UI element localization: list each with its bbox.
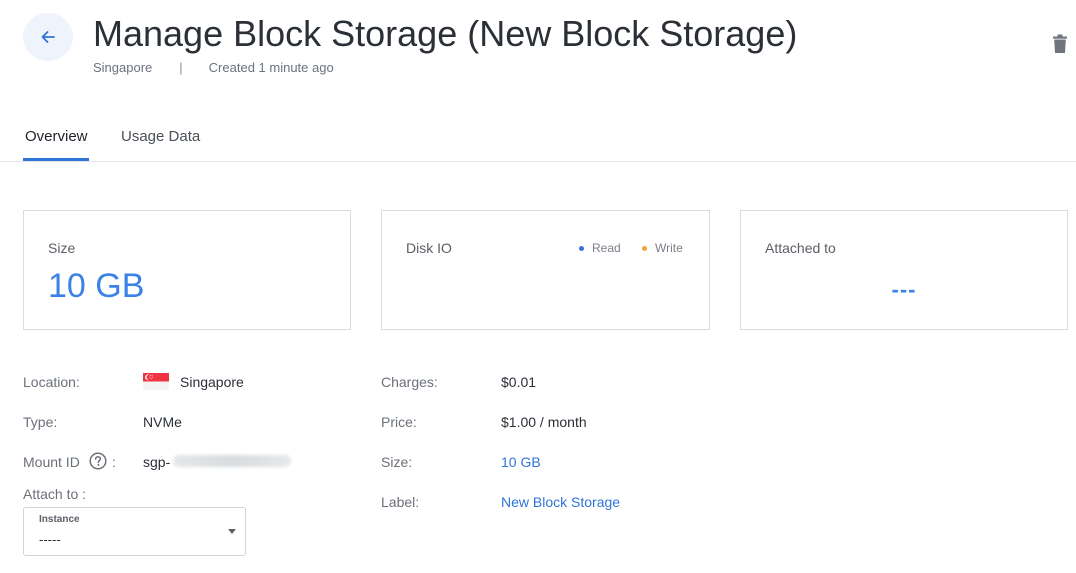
created-text: Created 1 minute ago <box>208 60 334 75</box>
mount-id-label: Mount ID <box>23 454 80 470</box>
tab-bar: Overview Usage Data <box>0 118 1076 162</box>
label-label: Label: <box>381 494 420 510</box>
instance-select-label: Instance <box>39 514 80 525</box>
price-value: $1.00 / month <box>501 414 587 430</box>
instance-select-value: ----- <box>39 532 61 547</box>
type-value: NVMe <box>143 414 182 430</box>
legend-read-label: Read <box>592 241 621 255</box>
instance-select[interactable]: Instance ----- <box>23 507 246 556</box>
size-card-label: Size <box>48 240 76 256</box>
attached-card: Attached to --- <box>740 210 1068 330</box>
back-button[interactable] <box>23 13 73 61</box>
chevron-down-icon <box>228 529 236 534</box>
legend-read[interactable]: Read <box>579 241 621 255</box>
page-title: Manage Block Storage (New Block Storage) <box>93 13 798 54</box>
page-meta: Singapore | Created 1 minute ago <box>93 60 334 76</box>
help-icon[interactable] <box>89 452 107 470</box>
disk-io-card-label: Disk IO <box>406 240 452 256</box>
charges-value: $0.01 <box>501 374 537 390</box>
size-value-link[interactable]: 10 GB <box>501 454 541 470</box>
write-dot-icon <box>642 245 647 251</box>
size-card-value: 10 GB <box>48 267 145 305</box>
label-value-link[interactable]: New Block Storage <box>501 494 620 510</box>
tab-usage-data[interactable]: Usage Data <box>121 128 200 146</box>
legend-write[interactable]: Write <box>642 241 683 255</box>
mount-id-prefix: sgp- <box>143 454 171 470</box>
trash-icon <box>1053 34 1067 53</box>
attached-card-value: --- <box>891 277 917 302</box>
type-label: Type: <box>23 414 58 430</box>
meta-separator: | <box>179 60 183 75</box>
arrow-left-icon <box>41 31 55 43</box>
delete-button[interactable] <box>1052 34 1068 54</box>
attached-card-label: Attached to <box>765 240 836 256</box>
location-text: Singapore <box>93 60 153 75</box>
legend-write-label: Write <box>655 241 683 255</box>
tab-overview[interactable]: Overview <box>25 128 88 146</box>
mount-id-colon: : <box>112 454 116 470</box>
charges-label: Charges: <box>381 374 438 390</box>
read-dot-icon <box>579 245 584 251</box>
disk-io-card: Disk IO Read Write <box>381 210 710 330</box>
singapore-flag-icon <box>143 373 169 390</box>
active-tab-indicator <box>23 158 89 161</box>
attach-to-label: Attach to : <box>23 486 87 502</box>
location-value: Singapore <box>180 374 244 390</box>
price-label: Price: <box>381 414 417 430</box>
size-label: Size: <box>381 454 413 470</box>
size-card: Size 10 GB <box>23 210 351 330</box>
mount-id-redacted <box>173 455 291 467</box>
location-label: Location: <box>23 374 80 390</box>
